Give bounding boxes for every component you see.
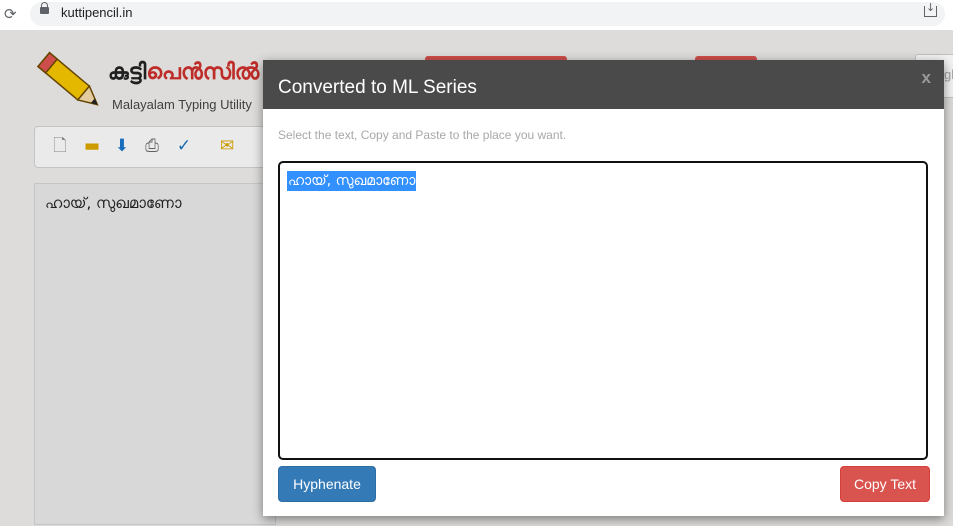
modal-hint: Select the text, Copy and Paste to the p… xyxy=(278,128,567,142)
converted-modal: Converted to ML Series x Select the text… xyxy=(263,60,944,516)
lock-icon[interactable] xyxy=(40,2,49,14)
modal-title: Converted to ML Series xyxy=(278,77,477,98)
address-bar[interactable]: kuttipencil.in xyxy=(30,1,945,26)
close-icon[interactable]: x xyxy=(922,68,931,88)
converted-textarea[interactable]: ഹായ്, സുഖമാണോ xyxy=(278,161,928,460)
url-text[interactable]: kuttipencil.in xyxy=(61,5,133,20)
modal-header: Converted to ML Series x xyxy=(263,60,944,109)
browser-toolbar: ⟳ kuttipencil.in xyxy=(0,0,953,31)
hyphenate-button[interactable]: Hyphenate xyxy=(278,466,376,502)
reload-icon[interactable]: ⟳ xyxy=(4,5,17,23)
selected-converted-text[interactable]: ഹായ്, സുഖമാണോ xyxy=(287,171,417,191)
download-icon[interactable] xyxy=(924,1,937,17)
copy-text-button[interactable]: Copy Text xyxy=(840,466,930,502)
